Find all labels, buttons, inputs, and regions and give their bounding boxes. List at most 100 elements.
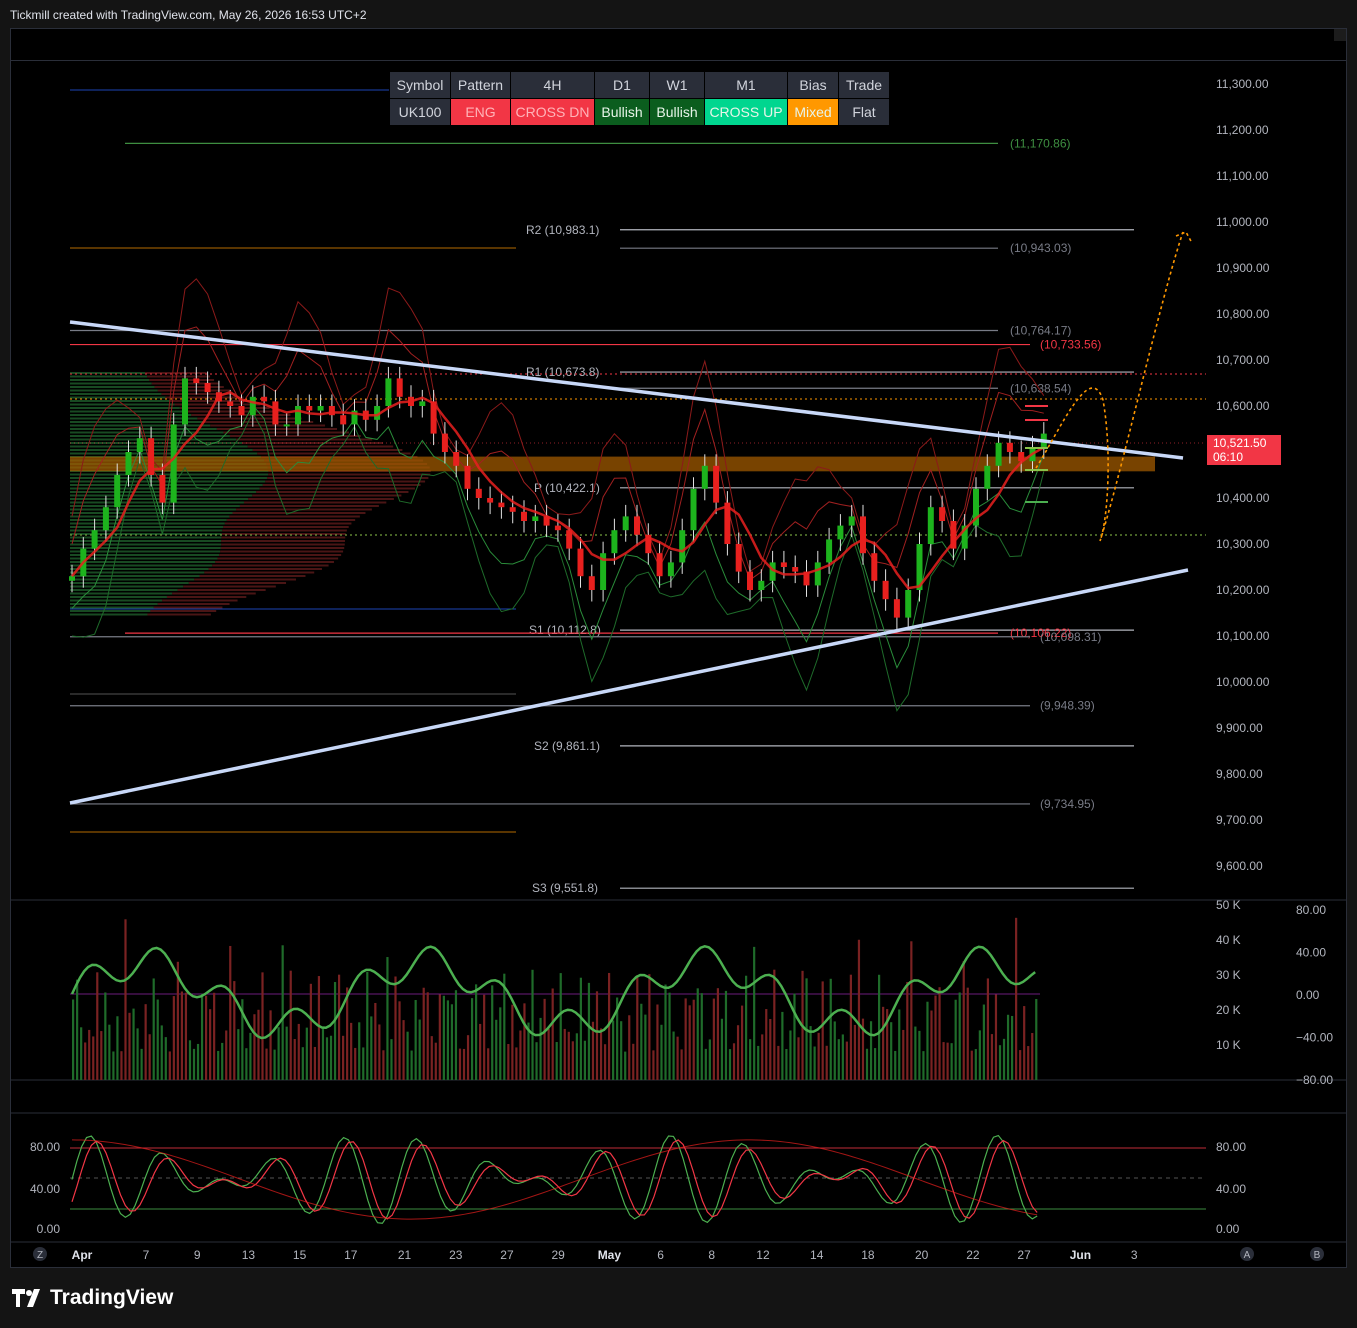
volume-profile-bar-sell <box>239 505 379 507</box>
volume-bar <box>76 979 79 1080</box>
volume-bar <box>966 987 969 1080</box>
time-tick-label: Jun <box>1070 1248 1091 1262</box>
level-label: R1 (10,673.8) <box>526 365 599 379</box>
projection-arrow-icon <box>1175 230 1193 244</box>
tv-bias: Mixed <box>787 98 839 126</box>
volume-bar <box>620 1021 623 1080</box>
volume-bar <box>898 1009 901 1080</box>
chart-canvas[interactable]: 11,300.00 11,200.00 11,100.00 11,000.00 10,9… <box>0 0 1357 1328</box>
volume-bar <box>188 1040 192 1080</box>
volume-bar <box>426 992 429 1080</box>
volume-bar <box>184 992 188 1080</box>
volume-bar <box>930 1010 933 1080</box>
volume-bar <box>785 1049 788 1080</box>
volume-bar <box>507 1044 510 1080</box>
volume-bar <box>180 991 184 1080</box>
candle-body <box>792 567 799 572</box>
volume-bar <box>829 978 832 1080</box>
volume-bar <box>612 1020 615 1080</box>
volume-profile-bar-buy <box>70 382 152 385</box>
volume-bar <box>938 987 941 1080</box>
volume-bar <box>603 1044 607 1080</box>
volume-bar <box>724 990 728 1080</box>
time-tick-label: 6 <box>657 1248 664 1262</box>
volume-bar <box>225 1030 228 1080</box>
candle-body <box>826 539 833 563</box>
volume-bar <box>342 1035 345 1080</box>
volume-bar <box>740 1005 744 1080</box>
price-tick-label: 10,800.00 <box>1216 307 1270 321</box>
volume-bar <box>265 1048 268 1080</box>
supply-demand-zone <box>70 456 1155 472</box>
volume-profile-bar-buy <box>70 578 195 581</box>
volume-bar <box>833 1021 836 1080</box>
candle-body <box>295 406 301 425</box>
volume-bar <box>120 1051 123 1080</box>
bar-countdown: 06:10 <box>1213 450 1244 464</box>
volume-profile-bar-buy <box>70 515 230 518</box>
volume-bar <box>990 1034 994 1080</box>
volume-bar <box>442 995 445 1080</box>
volume-bar <box>196 1043 200 1080</box>
candle-body <box>102 507 109 531</box>
candle-body <box>611 530 618 554</box>
volume-bar <box>277 1027 280 1080</box>
volume-profile-bar-buy <box>70 473 269 476</box>
signal-table-header: Symbol Pattern 4H D1 W1 M1 Bias Trade <box>389 71 890 99</box>
volume-bar <box>869 1021 873 1080</box>
volume-bar <box>890 1022 893 1080</box>
stoch-tick-left: 0.00 <box>37 1222 61 1236</box>
level-label: P (10,422.1) <box>534 481 600 495</box>
volume-bar <box>144 1004 147 1080</box>
stoch-tick-right: 40.00 <box>1216 1182 1246 1196</box>
volume-profile-bar-sell <box>215 561 334 563</box>
candle-body <box>193 378 200 383</box>
volume-bar <box>769 1018 772 1080</box>
candle-body <box>554 525 561 531</box>
volume-profile-bar-sell <box>204 571 315 574</box>
price-tick-label: 10,900.00 <box>1216 261 1270 275</box>
volume-bar <box>301 1047 304 1080</box>
candle-body <box>588 576 595 590</box>
volume-bar <box>132 1008 135 1080</box>
candle-body <box>249 396 256 416</box>
volume-bar <box>789 1030 792 1080</box>
volume-bar <box>676 1036 679 1080</box>
candle-body <box>453 452 460 466</box>
volume-profile-bar-sell <box>224 522 352 525</box>
volume-bars <box>72 917 1038 1080</box>
candle-body <box>487 498 494 503</box>
tradingview-logo[interactable]: TradingView <box>12 1286 173 1310</box>
volume-bar <box>285 1026 288 1080</box>
volume-profile-bar-sell <box>208 568 322 570</box>
volume-bar <box>551 988 554 1080</box>
volume-bar <box>660 1024 663 1080</box>
volume-profile-bar-sell <box>256 491 409 493</box>
volume-bar <box>894 1050 897 1080</box>
volume-bar <box>418 1019 421 1080</box>
volume-profile-bar-buy <box>70 561 216 563</box>
candle-body <box>814 562 821 586</box>
volume-tick-label: 20 K <box>1216 1003 1241 1017</box>
volume-bar <box>483 994 486 1080</box>
volume-bar <box>511 1004 514 1080</box>
volume-profile-bar-buy <box>70 596 167 598</box>
volume-profile-bar-sell <box>149 379 215 381</box>
volume-profile-bar-buy <box>70 424 211 427</box>
volume-bar <box>446 1000 449 1080</box>
volume-bar <box>358 1022 361 1080</box>
volume-profile-bar-buy <box>70 564 213 567</box>
candle-body <box>272 401 279 425</box>
time-tick-label: May <box>598 1248 622 1262</box>
price-tick-label: 11,100.00 <box>1216 169 1269 183</box>
volume-profile-bar-buy <box>70 526 224 528</box>
candle-body <box>419 401 426 406</box>
volume-bar <box>289 970 292 1080</box>
candle-body <box>509 507 516 512</box>
time-tick-label: 23 <box>449 1248 463 1262</box>
volume-profile-bar-buy <box>70 480 266 483</box>
volume-profile-bar-sell <box>177 589 266 591</box>
volume-bar <box>410 1050 413 1080</box>
volume-profile-bar-buy <box>70 613 148 616</box>
th-pattern: Pattern <box>450 71 511 99</box>
